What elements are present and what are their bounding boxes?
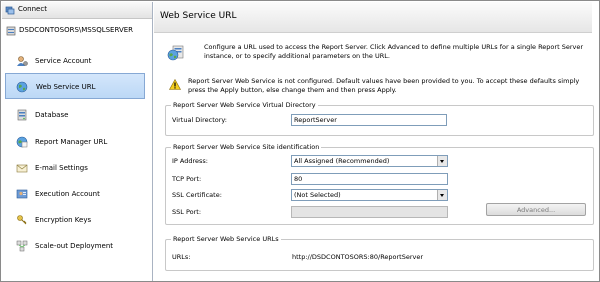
tcp-port-label: TCP Port:	[172, 175, 202, 183]
sidebar-item-report-manager-url[interactable]: Report Manager URL	[2, 131, 152, 153]
page-title: Web Service URL	[160, 11, 237, 21]
virtual-directory-label: Virtual Directory:	[172, 116, 227, 124]
sidebar-item-scale-out-deployment[interactable]: Scale-out Deployment	[2, 235, 152, 257]
sidebar: Connect DSDCONTOSORS\MSSQLSERVER Service…	[2, 2, 153, 281]
sidebar-item-label: Database	[35, 111, 69, 119]
intro-description: Configure a URL used to access the Repor…	[204, 43, 584, 60]
web-service-urls-group: Report Server Web Service URLs URLs: htt…	[165, 235, 594, 271]
execution-account-icon	[16, 188, 28, 200]
ip-address-label: IP Address:	[172, 157, 208, 165]
group-title: Report Server Web Service Site identific…	[171, 143, 322, 151]
warning-message: Report Server Web Service is not configu…	[188, 77, 580, 94]
connect-icon	[5, 5, 15, 15]
report-manager-icon	[16, 136, 28, 148]
sidebar-item-label: Execution Account	[35, 190, 100, 198]
sidebar-item-service-account[interactable]: Service Account	[2, 50, 152, 72]
server-icon	[6, 26, 16, 36]
globe-icon	[16, 81, 28, 93]
web-service-icon	[167, 44, 185, 62]
ssl-certificate-label: SSL Certificate:	[172, 191, 222, 199]
server-node[interactable]: DSDCONTOSORS\MSSQLSERVER	[2, 24, 152, 38]
group-title: Report Server Web Service URLs	[171, 235, 281, 243]
sidebar-item-label: Encryption Keys	[35, 216, 92, 224]
sidebar-item-encryption-keys[interactable]: Encryption Keys	[2, 209, 152, 231]
window-frame: Connect DSDCONTOSORS\MSSQLSERVER Service…	[0, 0, 600, 282]
sidebar-item-label: Report Manager URL	[35, 138, 108, 146]
connect-label: Connect	[18, 5, 47, 13]
sidebar-item-label: Service Account	[35, 57, 92, 65]
urls-label: URLs:	[172, 253, 191, 261]
advanced-button[interactable]: Advanced...	[486, 203, 586, 216]
database-icon	[16, 109, 28, 121]
ip-address-value: All Assigned (Recommended)	[294, 157, 390, 165]
sidebar-item-execution-account[interactable]: Execution Account	[2, 183, 152, 205]
main-panel: Web Service URL Configure a URL used to …	[154, 2, 599, 281]
group-title: Report Server Web Service Virtual Direct…	[171, 101, 318, 109]
tcp-port-input[interactable]: 80	[291, 173, 448, 185]
warning-icon	[168, 78, 182, 90]
sidebar-item-label: E-mail Settings	[35, 164, 88, 172]
connect-button[interactable]: Connect	[2, 2, 152, 19]
ssl-certificate-dropdown[interactable]: (Not Selected)	[291, 189, 448, 201]
ip-address-dropdown[interactable]: All Assigned (Recommended)	[291, 155, 448, 167]
key-icon	[16, 214, 28, 226]
sidebar-item-label: Scale-out Deployment	[35, 242, 113, 250]
sidebar-item-email-settings[interactable]: E-mail Settings	[2, 157, 152, 179]
scale-out-icon	[16, 240, 28, 252]
sidebar-item-database[interactable]: Database	[2, 104, 152, 126]
server-name: DSDCONTOSORS\MSSQLSERVER	[19, 26, 134, 34]
page-header: Web Service URL	[154, 2, 592, 33]
chevron-down-icon[interactable]	[437, 156, 447, 166]
email-icon	[16, 162, 28, 174]
ssl-certificate-value: (Not Selected)	[294, 191, 341, 199]
virtual-directory-input[interactable]: ReportServer	[291, 114, 447, 126]
ssl-port-label: SSL Port:	[172, 208, 202, 216]
virtual-directory-group: Report Server Web Service Virtual Direct…	[165, 101, 594, 136]
sidebar-item-label: Web Service URL	[36, 83, 96, 91]
report-server-url-link[interactable]: http://DSDCONTOSORS:80/ReportServer	[292, 253, 423, 261]
sidebar-item-web-service-url[interactable]: Web Service URL	[5, 73, 145, 99]
chevron-down-icon[interactable]	[437, 190, 447, 200]
ssl-port-input[interactable]	[291, 206, 448, 218]
service-account-icon	[16, 55, 28, 67]
